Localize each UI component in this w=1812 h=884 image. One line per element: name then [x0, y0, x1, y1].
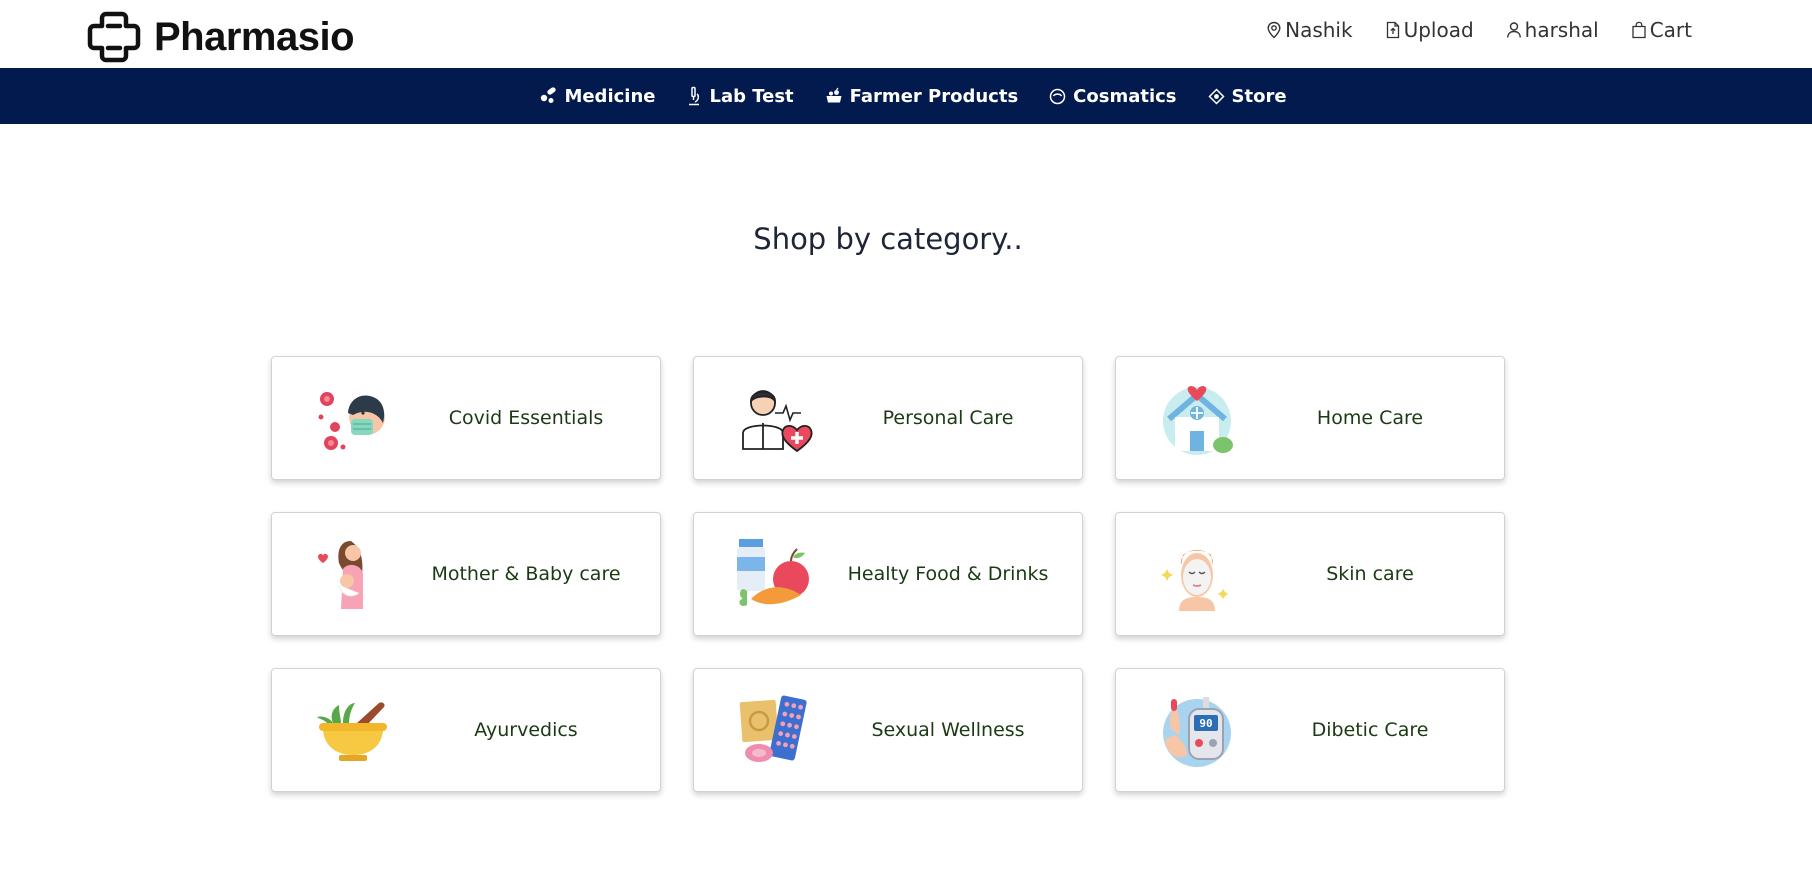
home-care-icon — [1156, 383, 1238, 455]
face-mask-icon — [1156, 539, 1238, 611]
nav-label-cosmatics: Cosmatics — [1073, 85, 1177, 107]
upload-label: Upload — [1403, 18, 1474, 42]
medical-cross-logo-icon — [87, 11, 141, 63]
category-label: Healty Food & Drinks — [847, 563, 1049, 585]
mortar-pestle-icon — [312, 695, 394, 767]
nav-item-store[interactable]: Store — [1207, 85, 1287, 107]
file-upload-icon — [1386, 21, 1399, 39]
cart-label: Cart — [1649, 18, 1692, 42]
account-link[interactable]: harshal — [1506, 18, 1599, 42]
nav-label-farmer-products: Farmer Products — [849, 85, 1019, 107]
top-header: Pharmasio Nashik Upload harshal Cart — [0, 0, 1812, 68]
category-label: Ayurvedics — [474, 719, 578, 741]
pills-icon — [541, 87, 557, 103]
shopping-bag-icon — [1632, 21, 1646, 39]
microscope-icon — [689, 86, 700, 106]
nav-label-store: Store — [1231, 85, 1287, 107]
wellness-pack-icon — [734, 695, 816, 767]
nav-label-medicine: Medicine — [564, 85, 656, 107]
covid-mask-icon — [312, 383, 394, 455]
location-label: Nashik — [1285, 18, 1353, 42]
nav-label-lab-test: Lab Test — [709, 85, 794, 107]
brand-name: Pharmasio — [154, 14, 355, 59]
store-icon — [1207, 87, 1225, 105]
cart-link[interactable]: Cart — [1631, 18, 1692, 42]
category-grid: Covid Essentials Personal Care Home Care… — [271, 356, 1505, 792]
doctor-heart-icon — [734, 383, 816, 455]
header-links: Nashik Upload harshal Cart — [1266, 18, 1692, 42]
category-label: Skin care — [1326, 563, 1414, 585]
category-navbar: Medicine Lab Test Farmer Products Cosmat… — [0, 68, 1812, 124]
category-card-healthy-food-drinks[interactable]: Healty Food & Drinks — [693, 512, 1083, 636]
mother-baby-icon — [312, 539, 394, 611]
upload-link[interactable]: Upload — [1385, 18, 1474, 42]
category-card-mother-baby-care[interactable]: Mother & Baby care — [271, 512, 661, 636]
category-card-sexual-wellness[interactable]: Sexual Wellness — [693, 668, 1083, 792]
user-icon — [1506, 22, 1521, 38]
category-card-home-care[interactable]: Home Care — [1115, 356, 1505, 480]
category-label: Home Care — [1316, 407, 1424, 429]
category-card-ayurvedics[interactable]: Ayurvedics — [271, 668, 661, 792]
category-card-personal-care[interactable]: Personal Care — [693, 356, 1083, 480]
section-heading: Shop by category.. — [753, 222, 1023, 256]
location-pin-icon — [1267, 21, 1281, 39]
nav-item-farmer-products[interactable]: Farmer Products — [825, 85, 1019, 107]
category-card-dibetic-care[interactable]: 90 Dibetic Care — [1115, 668, 1505, 792]
category-label: Covid Essentials — [448, 407, 604, 429]
category-label: Personal Care — [882, 407, 1014, 429]
category-label: Mother & Baby care — [431, 563, 621, 585]
category-card-covid-essentials[interactable]: Covid Essentials — [271, 356, 661, 480]
glucometer-icon: 90 — [1156, 695, 1238, 767]
nav-item-medicine[interactable]: Medicine — [539, 86, 655, 107]
brand-logo-link[interactable]: Pharmasio — [86, 10, 355, 64]
svg-text:90: 90 — [1199, 717, 1212, 730]
category-label: Sexual Wellness — [871, 719, 1025, 741]
location-link[interactable]: Nashik — [1266, 18, 1353, 42]
category-card-skin-care[interactable]: Skin care — [1115, 512, 1505, 636]
category-label: Dibetic Care — [1311, 719, 1429, 741]
account-label: harshal — [1524, 18, 1599, 42]
basket-icon — [826, 87, 842, 103]
nav-item-cosmatics[interactable]: Cosmatics — [1049, 85, 1177, 107]
cosmetic-icon — [1049, 88, 1066, 104]
nav-item-lab-test[interactable]: Lab Test — [686, 85, 794, 107]
healthy-food-icon — [734, 539, 816, 611]
